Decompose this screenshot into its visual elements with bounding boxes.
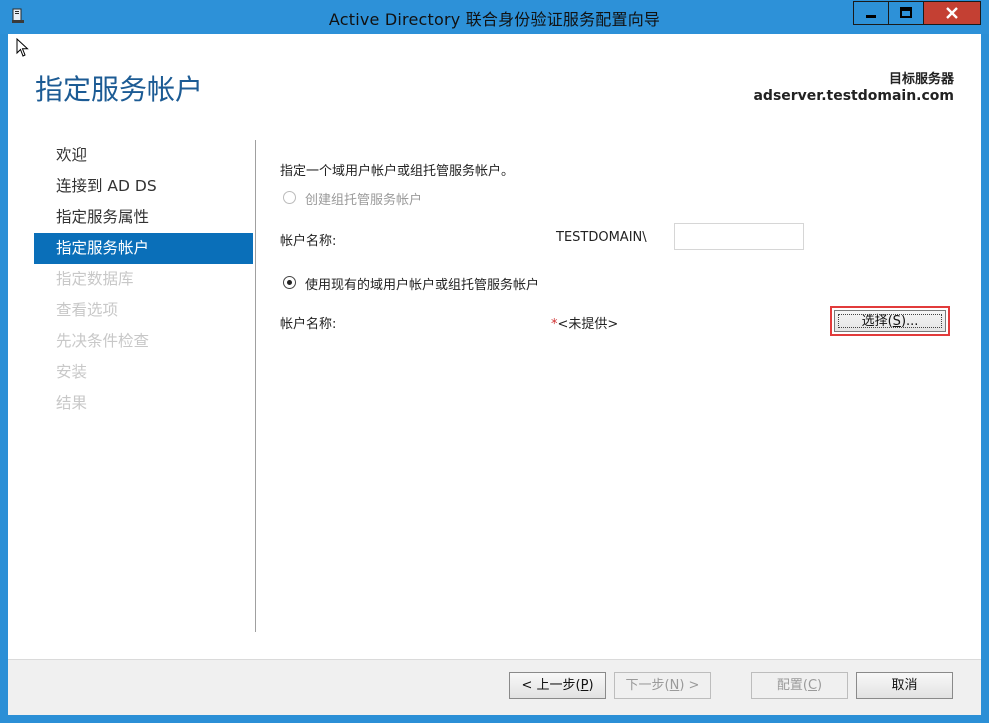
nav-item-connect-ad-ds[interactable]: 连接到 AD DS [34, 171, 253, 202]
nav-divider [255, 140, 256, 632]
previous-label-suffix: ) [588, 678, 594, 693]
configure-button: 配置(C) [751, 672, 848, 699]
previous-label-prefix: < 上一步( [521, 678, 581, 693]
minimize-button[interactable] [853, 1, 889, 25]
wizard-step-nav: 欢迎 连接到 AD DS 指定服务属性 指定服务帐户 指定数据库 查看选项 先决… [34, 140, 253, 419]
use-existing-account-radio[interactable] [283, 276, 296, 289]
configure-label-suffix: ) [817, 678, 823, 693]
close-button[interactable] [923, 1, 981, 25]
nav-item-prerequisites: 先决条件检查 [56, 332, 150, 350]
nav-item-install: 安装 [56, 363, 88, 381]
mouse-pointer-icon [16, 38, 29, 57]
nav-item-database: 指定数据库 [56, 270, 134, 288]
select-account-button[interactable]: 选择(S)... [834, 310, 946, 332]
page-title: 指定服务帐户 [35, 73, 204, 106]
close-icon [946, 7, 958, 19]
cancel-button[interactable]: 取消 [856, 672, 953, 699]
existing-account-name-label: 帐户名称: [280, 317, 337, 332]
use-existing-account-label[interactable]: 使用现有的域用户帐户或组托管服务帐户 [305, 274, 539, 293]
minimize-icon [866, 15, 876, 18]
select-button-highlight: 选择(S)... [830, 306, 950, 336]
wizard-window: Active Directory 联合身份验证服务配置向导 指定服务帐户 目标服… [0, 0, 989, 723]
previous-button[interactable]: < 上一步(P) [509, 672, 606, 699]
configure-label-prefix: 配置( [776, 678, 808, 693]
window-title: Active Directory 联合身份验证服务配置向导 [328, 10, 661, 29]
nav-item-results: 结果 [56, 394, 88, 412]
nav-item-service-account[interactable]: 指定服务帐户 [34, 233, 253, 264]
target-server-label: 目标服务器 [888, 72, 954, 87]
wizard-client-area: 指定服务帐户 目标服务器 adserver.testdomain.com 欢迎 … [8, 34, 981, 715]
next-button: 下一步(N) > [614, 672, 711, 699]
maximize-button[interactable] [888, 1, 924, 25]
configure-accel: C [807, 678, 818, 693]
create-account-name-label: 帐户名称: [280, 234, 337, 249]
existing-account-value: <未提供> [557, 317, 619, 332]
target-server-name: adserver.testdomain.com [753, 88, 954, 104]
next-label-prefix: 下一步( [625, 678, 670, 693]
domain-prefix: TESTDOMAIN\ [556, 230, 647, 245]
radio-selected-dot [287, 280, 292, 285]
create-gmsa-radio [283, 191, 296, 204]
title-bar[interactable]: Active Directory 联合身份验证服务配置向导 [0, 0, 989, 34]
nav-item-welcome[interactable]: 欢迎 [34, 140, 253, 171]
instruction-text: 指定一个域用户帐户或组托管服务帐户。 [280, 164, 515, 179]
nav-item-service-properties[interactable]: 指定服务属性 [34, 202, 253, 233]
gmsa-account-name-input [674, 223, 804, 250]
next-label-suffix: ) > [679, 678, 700, 693]
next-accel: N [669, 678, 680, 693]
create-gmsa-label: 创建组托管服务帐户 [305, 193, 423, 208]
wizard-footer: < 上一步(P) 下一步(N) > 配置(C) 取消 [8, 660, 981, 715]
focus-rectangle [838, 314, 942, 328]
nav-item-review-options: 查看选项 [56, 301, 119, 319]
maximize-icon [900, 7, 912, 18]
